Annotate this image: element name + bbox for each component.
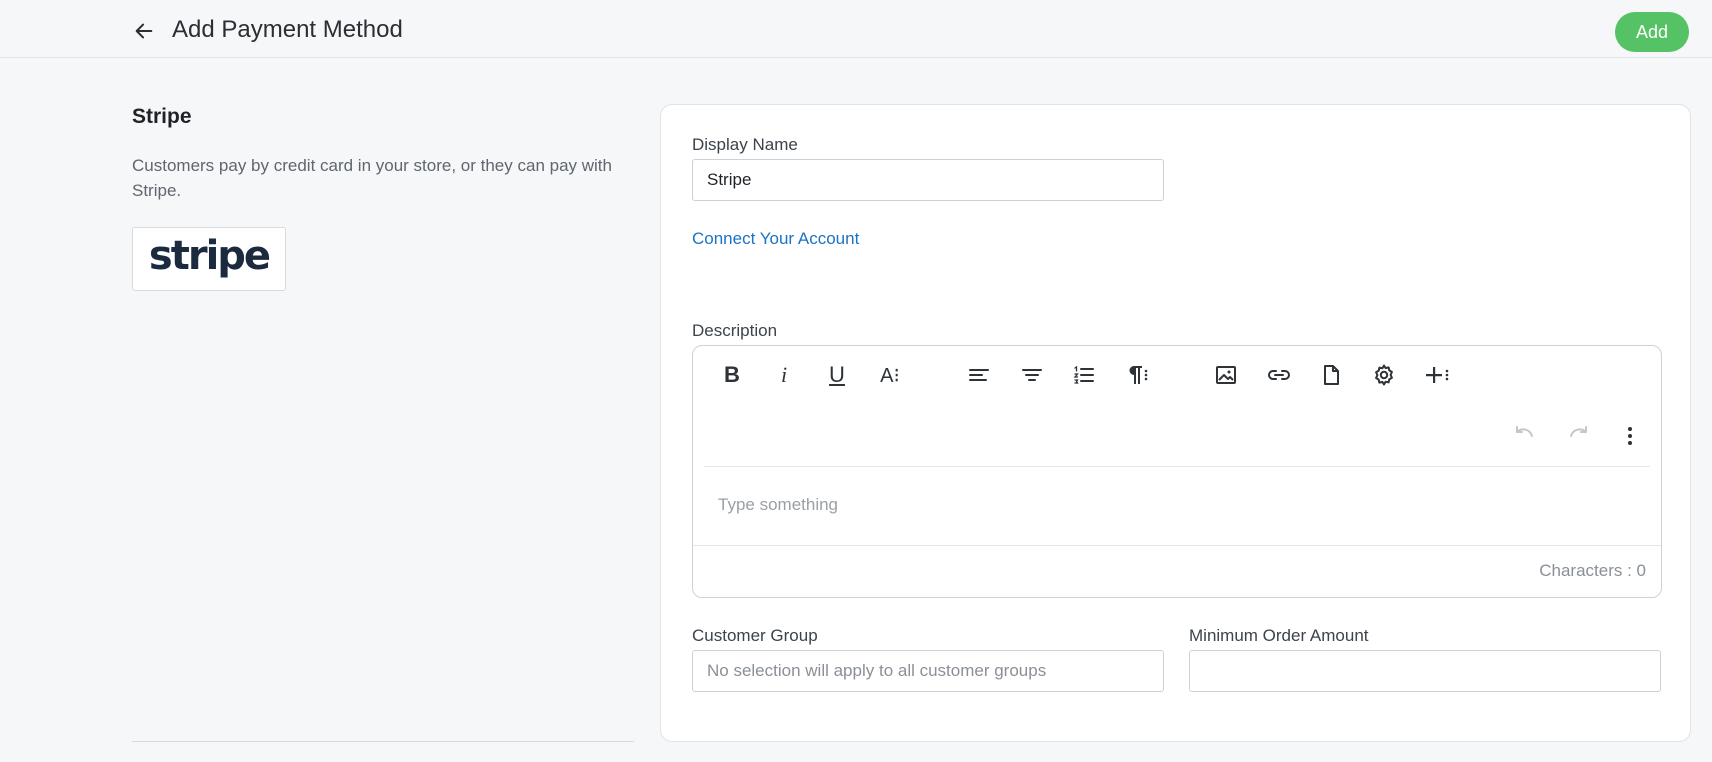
connect-account-link[interactable]: Connect Your Account bbox=[692, 229, 859, 249]
ordered-list-icon[interactable] bbox=[1064, 355, 1104, 395]
align-left-icon[interactable] bbox=[959, 355, 999, 395]
character-count: Characters : 0 bbox=[1539, 561, 1646, 580]
stripe-logo: stripe bbox=[132, 227, 286, 291]
method-name: Stripe bbox=[132, 105, 192, 128]
underline-icon[interactable]: U bbox=[817, 355, 857, 395]
display-name-label: Display Name bbox=[692, 135, 798, 154]
insert-more-icon[interactable] bbox=[1417, 355, 1457, 395]
description-label: Description bbox=[692, 321, 778, 340]
link-icon[interactable] bbox=[1259, 355, 1299, 395]
editor-content-area[interactable]: Type something bbox=[693, 467, 1661, 545]
method-description: Customers pay by credit card in your sto… bbox=[132, 156, 612, 200]
customer-group-label: Customer Group bbox=[692, 626, 818, 645]
redo-icon[interactable] bbox=[1558, 416, 1598, 456]
font-size-icon[interactable]: A⁝ bbox=[870, 355, 910, 395]
minimum-order-label: Minimum Order Amount bbox=[1189, 626, 1369, 645]
image-icon[interactable] bbox=[1206, 355, 1246, 395]
align-center-icon[interactable] bbox=[1012, 355, 1052, 395]
page-title: Add Payment Method bbox=[172, 16, 403, 43]
add-button[interactable]: Add bbox=[1615, 12, 1689, 52]
back-button[interactable] bbox=[130, 17, 158, 45]
undo-icon[interactable] bbox=[1505, 416, 1545, 456]
editor-footer-divider bbox=[693, 545, 1661, 546]
paragraph-icon[interactable] bbox=[1117, 355, 1157, 395]
minimum-order-input[interactable] bbox=[1189, 650, 1661, 692]
form-card: Display Name Connect Your Account Descri… bbox=[660, 104, 1691, 742]
stripe-logo-text: stripe bbox=[148, 233, 271, 279]
customer-group-select[interactable] bbox=[692, 650, 1164, 692]
italic-icon[interactable]: i bbox=[764, 355, 804, 395]
more-vertical-icon[interactable] bbox=[1610, 416, 1650, 456]
gear-icon[interactable] bbox=[1364, 355, 1404, 395]
rich-text-editor: B i U A⁝ Type something Characters: 0 bbox=[692, 345, 1662, 598]
display-name-input[interactable] bbox=[692, 159, 1164, 201]
arrow-left-icon bbox=[135, 23, 153, 39]
method-info: Stripe Customers pay by credit card in y… bbox=[132, 105, 634, 291]
left-divider bbox=[132, 741, 634, 742]
file-icon[interactable] bbox=[1311, 355, 1351, 395]
top-bar: Add Payment Method Add bbox=[0, 0, 1712, 58]
bold-icon[interactable]: B bbox=[712, 355, 752, 395]
